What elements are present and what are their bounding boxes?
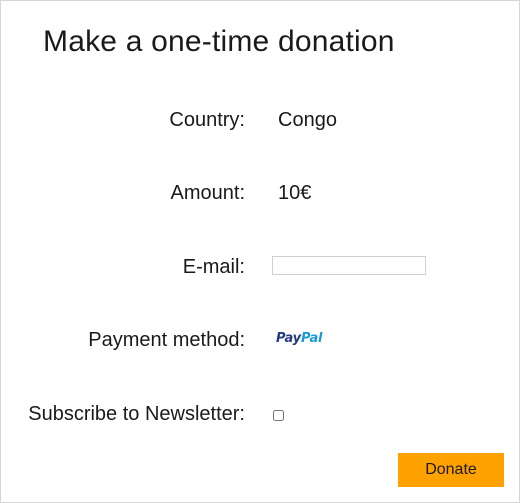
- donate-button[interactable]: Donate: [398, 453, 504, 487]
- donation-form: Make a one-time donation Country: Congo …: [0, 0, 520, 503]
- paypal-logo-pal: Pal: [300, 331, 323, 346]
- amount-label: Amount:: [170, 182, 245, 204]
- email-label: E-mail:: [182, 256, 245, 278]
- amount-value: 10€: [278, 182, 312, 204]
- payment-method-label: Payment method:: [88, 329, 245, 351]
- newsletter-label: Subscribe to Newsletter:: [28, 403, 245, 425]
- newsletter-checkbox[interactable]: [273, 410, 284, 421]
- page-title: Make a one-time donation: [43, 25, 395, 58]
- paypal-logo-pay: Pay: [276, 331, 301, 346]
- country-label: Country:: [169, 109, 245, 131]
- country-value: Congo: [278, 109, 337, 131]
- paypal-logo[interactable]: PayPal: [276, 331, 322, 346]
- email-field[interactable]: [272, 256, 426, 275]
